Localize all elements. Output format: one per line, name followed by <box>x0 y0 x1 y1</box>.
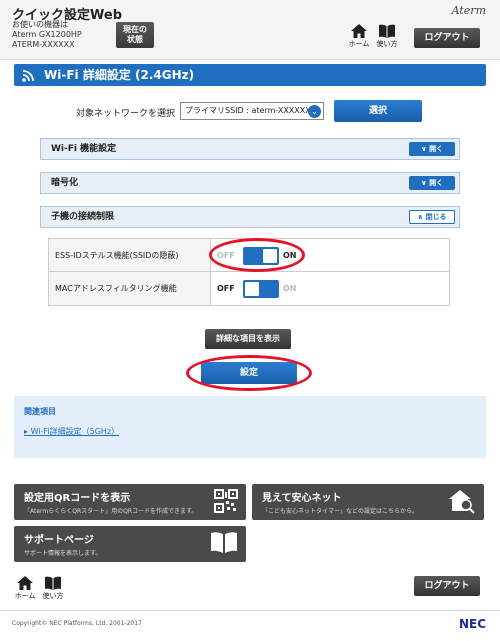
qr-code-icon <box>214 489 238 513</box>
home-search-icon <box>449 490 475 514</box>
tile-title: サポートページ <box>24 535 94 546</box>
accordion-label: Wi-Fi 機能設定 <box>51 144 117 154</box>
copyright: Copyright© NEC Platforms, Ltd. 2001-2017 <box>12 620 142 627</box>
toggle-track <box>243 280 279 298</box>
accordion-button-label: 開く <box>429 145 444 153</box>
accordion-connection-limit[interactable]: 子機の接続制限 ∧ 閉じる <box>40 206 460 228</box>
tile-desc: サポート情報を表示します。 <box>24 550 102 557</box>
support-page-tile[interactable]: サポートページ サポート情報を表示します。 <box>14 526 246 562</box>
related-title: 関連項目 <box>24 407 56 416</box>
network-select-label: 対象ネットワークを選択 <box>76 109 176 119</box>
toggle-knob <box>245 282 259 296</box>
select-button[interactable]: 選択 <box>334 100 422 122</box>
accordion-open-button[interactable]: ∨ 開く <box>409 176 455 190</box>
accordion-close-button[interactable]: ∧ 閉じる <box>409 210 455 224</box>
home-label: ホーム <box>348 40 370 48</box>
wifi-icon <box>22 70 34 82</box>
tile-title: 設定用QRコードを表示 <box>24 493 131 504</box>
accordion-label: 子機の接続制限 <box>51 212 115 222</box>
device-name: ATERM-XXXXXX <box>12 40 75 49</box>
network-select[interactable]: プライマリSSID : aterm-XXXXXX-g ⌄ <box>180 102 324 120</box>
home-icon <box>351 24 367 38</box>
page-title: Wi-Fi 詳細設定 (2.4GHz) <box>44 68 195 82</box>
mac-filter-label: MACアドレスフィルタリング機能 <box>49 272 211 305</box>
qr-code-tile[interactable]: 設定用QRコードを表示 「AtermらくらくQRスタート」用のQRコードを作成で… <box>14 484 246 520</box>
footer-divider <box>0 610 500 611</box>
book-icon <box>379 24 395 38</box>
footer-logout-button[interactable]: ログアウト <box>414 576 480 596</box>
footer-nav: ホーム 使い方 ログアウト <box>0 576 500 606</box>
footer-home-nav[interactable]: ホーム <box>12 576 38 601</box>
highlight-ring-toggle <box>209 238 305 272</box>
home-label: ホーム <box>14 592 36 600</box>
home-nav[interactable]: ホーム <box>346 24 372 49</box>
accordion-button-label: 閉じる <box>425 213 447 221</box>
logout-button[interactable]: ログアウト <box>414 28 480 48</box>
help-nav[interactable]: 使い方 <box>374 24 400 49</box>
status-button-line1: 現在の <box>123 25 147 34</box>
show-details-button[interactable]: 詳細な項目を表示 <box>205 329 291 349</box>
book-icon <box>45 576 61 590</box>
accordion-button-label: 開く <box>429 179 444 187</box>
related-link-text: Wi-Fi詳細設定（5GHz） <box>30 427 120 436</box>
tile-title: 見えて安心ネット <box>262 493 342 504</box>
chevron-down-icon: ⌄ <box>308 105 321 118</box>
accordion-encryption[interactable]: 暗号化 ∨ 開く <box>40 172 460 194</box>
book-icon <box>211 532 237 553</box>
network-select-value: プライマリSSID : aterm-XXXXXX-g <box>185 106 319 115</box>
device-label: お使いの機器は <box>12 20 68 29</box>
device-model: Aterm GX1200HP <box>12 30 82 39</box>
related-items: 関連項目 ▸ Wi-Fi詳細設定（5GHz） <box>14 396 486 458</box>
help-label: 使い方 <box>376 40 398 48</box>
table-row: MACアドレスフィルタリング機能 OFF ON <box>49 272 449 305</box>
nec-logo: NEC <box>458 617 486 631</box>
toggle-off-label: OFF <box>217 284 235 293</box>
related-link-5ghz[interactable]: ▸ Wi-Fi詳細設定（5GHz） <box>24 426 119 437</box>
tile-desc: 「AtermらくらくQRスタート」用のQRコードを作成できます。 <box>24 508 198 515</box>
home-icon <box>17 576 33 590</box>
current-status-button[interactable]: 現在の 状態 <box>116 22 154 48</box>
mieteanshin-tile[interactable]: 見えて安心ネット 「こども安心ネットタイマー」などの設定はこちらから。 <box>252 484 484 520</box>
accordion-label: 暗号化 <box>51 178 79 188</box>
device-info: お使いの機器は Aterm GX1200HP ATERM-XXXXXX <box>12 20 82 50</box>
accordion-wifi-function[interactable]: Wi-Fi 機能設定 ∨ 開く <box>40 138 460 160</box>
footer-help-nav[interactable]: 使い方 <box>40 576 66 601</box>
tile-desc: 「こども安心ネットタイマー」などの設定はこちらから。 <box>262 508 419 515</box>
page-title-bar: Wi-Fi 詳細設定 (2.4GHz) <box>14 64 486 86</box>
accordion-open-button[interactable]: ∨ 開く <box>409 142 455 156</box>
help-label: 使い方 <box>42 592 64 600</box>
stealth-label: ESS-IDステルス機能(SSIDの隠蔽) <box>49 239 211 271</box>
highlight-ring-apply <box>186 355 312 391</box>
aterm-logo: Aterm <box>451 4 486 17</box>
status-button-line2: 状態 <box>127 35 143 44</box>
header: クイック設定Web お使いの機器は Aterm GX1200HP ATERM-X… <box>0 0 500 60</box>
toggle-on-label: ON <box>283 284 297 293</box>
